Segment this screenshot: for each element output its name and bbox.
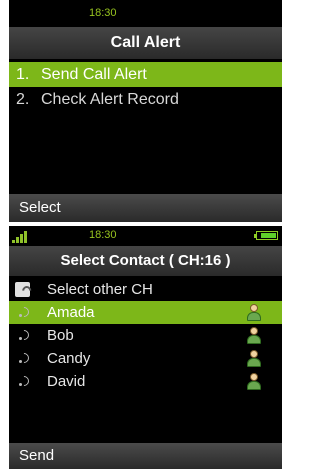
signal-wave-icon [19,353,29,363]
contact-name: David [47,373,86,390]
status-time: 18:30 [89,7,117,19]
menu-item-check-alert-record[interactable]: 2. Check Alert Record [9,87,282,112]
contact-item-amada[interactable]: Amada [9,301,282,324]
menu-item-number: 1. [16,66,30,83]
status-bar: 18:30 [9,226,282,246]
softkey-bar: Select [9,194,282,222]
person-icon [246,350,262,368]
menu-item-label: Check Alert Record [41,91,179,108]
menu-item-send-call-alert[interactable]: 1. Send Call Alert [9,62,282,87]
contact-name: Candy [47,350,91,367]
contact-item-bob[interactable]: Bob [9,324,282,347]
contact-item-candy[interactable]: Candy [9,347,282,370]
status-time: 18:30 [89,229,117,241]
person-icon [246,327,262,345]
signal-wave-icon [19,376,29,386]
menu-item-label: Send Call Alert [41,66,147,83]
contact-name: Amada [47,304,95,321]
signal-wave-icon [19,330,29,340]
status-bar: 18:30 [9,0,282,27]
contact-item-david[interactable]: David [9,370,282,393]
channel-icon [15,282,30,297]
call-alert-screen: 18:30 Call Alert 1. Send Call Alert 2. C… [9,0,282,222]
screen-title: Select Contact ( CH:16 ) [9,246,282,276]
contact-name: Bob [47,327,74,344]
signal-strength-icon [12,231,28,243]
select-other-ch-item[interactable]: Select other CH [9,278,282,301]
menu-item-number: 2. [16,91,30,108]
person-icon [246,304,262,322]
signal-wave-icon [19,307,29,317]
select-other-ch-label: Select other CH [47,281,153,298]
select-softkey[interactable]: Select [19,194,61,222]
softkey-bar: Send [9,443,282,469]
person-icon [246,373,262,391]
screen-title: Call Alert [9,27,282,59]
battery-icon [254,231,278,240]
send-softkey[interactable]: Send [19,443,54,469]
select-contact-screen: 18:30 Select Contact ( CH:16 ) Select ot… [9,226,282,469]
